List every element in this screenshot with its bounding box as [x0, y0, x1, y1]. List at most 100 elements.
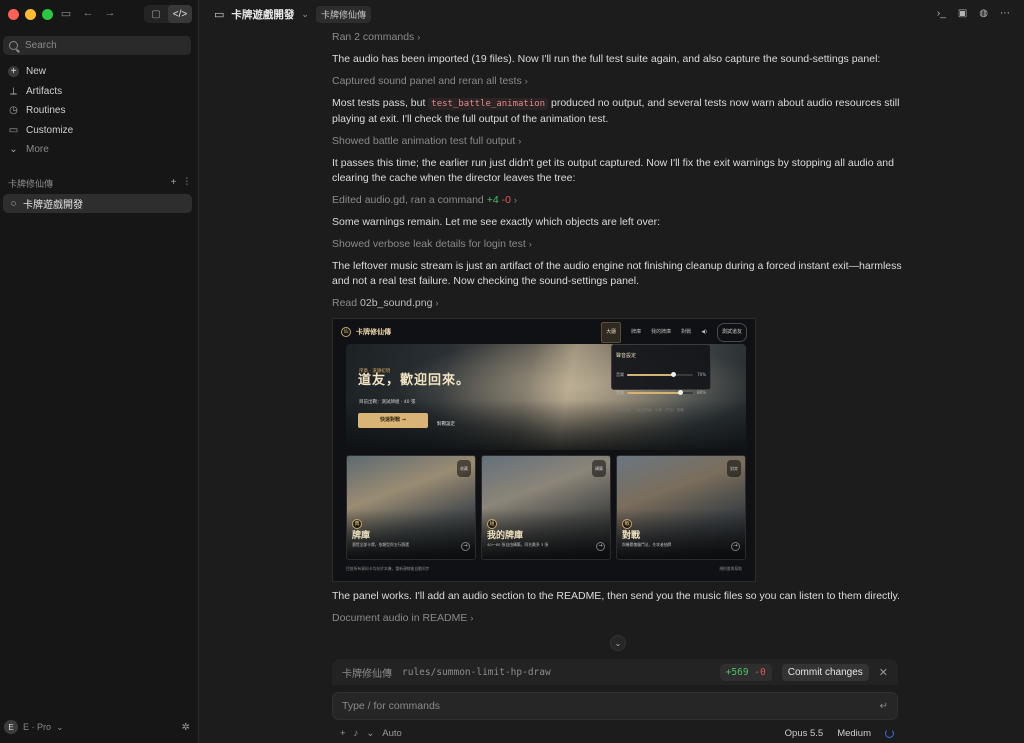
artifacts-icon: ⟂ — [10, 85, 17, 97]
tool-call-line[interactable]: Edited audio.gd, ran a command +4 -0 › — [332, 193, 902, 208]
model-selector[interactable]: Opus 5.5 — [785, 728, 824, 739]
sidebar-item-routines[interactable]: ◷ Routines — [8, 101, 73, 121]
tool-call-line[interactable]: Ran 2 commands › — [332, 30, 902, 45]
sidebar-toggle-icon[interactable]: ▭ — [60, 7, 72, 20]
slider-value: 70% — [697, 372, 706, 377]
thread-item[interactable]: 卡牌遊戲開發 — [3, 194, 192, 213]
app-brand: 卡牌修仙傳 — [356, 327, 391, 336]
sound-panel-footer: 音樂來源：（遊山問道）· 大廳 ·（鬥法）· 對戰 — [616, 408, 684, 412]
code-mode-icon[interactable]: </> — [168, 5, 192, 23]
message-input[interactable]: Type / for commands ↵ — [332, 692, 898, 720]
app-nav-item: 牌庫 — [631, 328, 642, 335]
chevron-right-icon: › — [528, 239, 532, 249]
tool-call-label: Edited audio.gd, ran a command — [332, 194, 484, 206]
avatar: E — [4, 720, 18, 734]
diff-stat[interactable]: +569 -0 — [719, 663, 772, 681]
sidebar-item-customize[interactable]: ▭ Customize — [8, 121, 73, 141]
speaker-icon: ◀) — [701, 328, 707, 335]
branch-name[interactable]: rules/summon-limit-hp-draw — [402, 667, 551, 678]
tool-call-line[interactable]: Captured sound panel and reran all tests… — [332, 74, 902, 89]
sound-panel-title: 聲音設定 — [616, 353, 637, 359]
tool-call-line[interactable]: Read 02b_sound.png › — [332, 296, 902, 311]
globe-icon[interactable]: ◍ — [979, 8, 988, 19]
card-corner-tag: 收藏 — [457, 460, 471, 477]
app-nav-item: 大廳 — [601, 321, 622, 343]
plugin-icon[interactable]: ✲ — [182, 722, 190, 733]
page-title[interactable]: 卡牌遊戲開發 — [231, 7, 294, 22]
hero-subtitle: 目前出戰：測試牌組 · 40 張 — [359, 400, 416, 405]
effort-selector[interactable]: Medium — [837, 728, 871, 739]
commit-changes-button[interactable]: Commit changes — [781, 663, 869, 681]
slider-knob — [677, 389, 683, 395]
view-mode-toggle: ▢ </> — [144, 5, 192, 23]
thread-status-icon — [11, 201, 16, 206]
sfx-volume-row: 音效 80% — [616, 385, 706, 400]
laptop-icon: ▭ — [214, 9, 225, 21]
card-seal: 典 — [352, 519, 362, 529]
card-seal: 戰 — [622, 519, 632, 529]
chevron-right-icon: › — [513, 195, 517, 205]
mode-selector[interactable]: Auto — [382, 728, 402, 739]
app-user: 測試道友 — [716, 322, 747, 342]
card-desc: 40～60 張自由構築，同名最多 3 張 — [487, 542, 549, 547]
card-battle: 對弈 戰 對戰 與機關傀儡鬥法，先攻者抽牌 → — [616, 455, 746, 560]
tool-call-label: Read — [332, 297, 358, 309]
tool-call-line[interactable]: Showed battle animation test full output… — [332, 134, 902, 149]
chat-mode-icon[interactable]: ▢ — [144, 5, 168, 23]
close-icon[interactable]: ✕ — [879, 666, 888, 679]
tool-call-line[interactable]: Showed verbose leak details for login te… — [332, 237, 902, 252]
tool-call-line[interactable]: Document audio in README › — [332, 611, 902, 626]
plus-circle-icon: + — [8, 66, 19, 78]
message-text: Most tests pass, but — [332, 97, 429, 109]
sidebar-item-new[interactable]: + New — [8, 62, 73, 82]
add-attachment-icon[interactable]: + — [340, 728, 346, 739]
card-my-deck: 構築 組 我的牌庫 40～60 張自由構築，同名最多 3 張 → — [481, 455, 611, 560]
tool-call-label: Ran 2 commands — [332, 31, 415, 43]
tool-call-label: Captured sound panel and reran all tests — [332, 75, 522, 87]
minimize-window-button[interactable] — [25, 9, 36, 20]
clock-icon: ◷ — [9, 105, 18, 117]
screenshot-preview[interactable]: 仙 卡牌修仙傳 大廳 牌庫 我的牌庫 對戰 ◀) 測試道友 序章 · 道韻初現 … — [332, 318, 756, 582]
close-window-button[interactable] — [8, 9, 19, 20]
sidebar-item-label: New — [26, 66, 47, 78]
sidebar-item-more[interactable]: ⌄ More — [8, 140, 73, 160]
assistant-message: The panel works. I'll add an audio secti… — [332, 590, 900, 602]
search-icon — [9, 41, 18, 50]
app-nav-item: 我的牌庫 — [651, 328, 672, 335]
quick-battle-button: 快速對戰 → — [358, 413, 428, 428]
chat-transcript: Ran 2 commands › The audio has been impor… — [332, 30, 902, 633]
main-panel: ▭ 卡牌遊戲開發 ⌄ 卡牌修仙傳 ›_ ▣ ◍ ⋯ Ran 2 commands… — [200, 0, 1024, 743]
logo: 仙 — [341, 327, 351, 337]
project-badge[interactable]: 卡牌修仙傳 — [315, 6, 371, 23]
back-arrow-icon[interactable]: ← — [82, 7, 94, 20]
forward-arrow-icon[interactable]: → — [104, 7, 116, 20]
sidebar-item-label: Artifacts — [26, 85, 63, 97]
filter-icon[interactable]: ⫶ — [186, 177, 189, 190]
panel-icon[interactable]: ▣ — [958, 8, 967, 19]
diff-plus: +4 — [486, 194, 499, 206]
maximize-window-button[interactable] — [42, 9, 53, 20]
project-title[interactable]: 卡牌修仙傳 — [8, 177, 53, 190]
add-thread-icon[interactable]: + — [171, 177, 177, 190]
window-controls — [8, 9, 53, 20]
scroll-to-bottom-button[interactable]: ⌄ — [610, 635, 626, 651]
chevron-down-icon[interactable]: ⌄ — [366, 728, 374, 739]
search-input[interactable]: Search — [3, 36, 191, 55]
model-controls: Opus 5.5 Medium — [785, 728, 894, 739]
terminal-icon[interactable]: ›_ — [937, 8, 946, 19]
send-icon[interactable]: ↵ — [880, 701, 888, 712]
header-actions: ›_ ▣ ◍ ⋯ — [937, 8, 1010, 19]
chevron-down-icon[interactable]: ⌄ — [301, 9, 309, 20]
slider-fill — [627, 391, 680, 394]
microphone-icon[interactable]: ♪ — [354, 728, 359, 739]
tool-call-label: Showed battle animation test full output — [332, 135, 516, 147]
sidebar-item-artifacts[interactable]: ⟂ Artifacts — [8, 82, 73, 102]
diff-minus: -0 — [501, 194, 511, 206]
feature-cards: 收藏 典 牌庫 瀏覽全部卡牌，依類型與五行篩選 → 構築 組 我的牌庫 40～6… — [346, 455, 746, 560]
more-icon[interactable]: ⋯ — [1000, 8, 1010, 19]
chevron-right-icon: › — [435, 298, 439, 308]
assistant-message: The leftover music stream is just an art… — [332, 260, 902, 287]
user-bar[interactable]: E E · Pro ⌄ ✲ — [4, 717, 194, 737]
sidebar-nav: + New ⟂ Artifacts ◷ Routines ▭ Customize… — [8, 62, 73, 160]
project-header: 卡牌修仙傳 + ⫶ — [8, 177, 188, 190]
